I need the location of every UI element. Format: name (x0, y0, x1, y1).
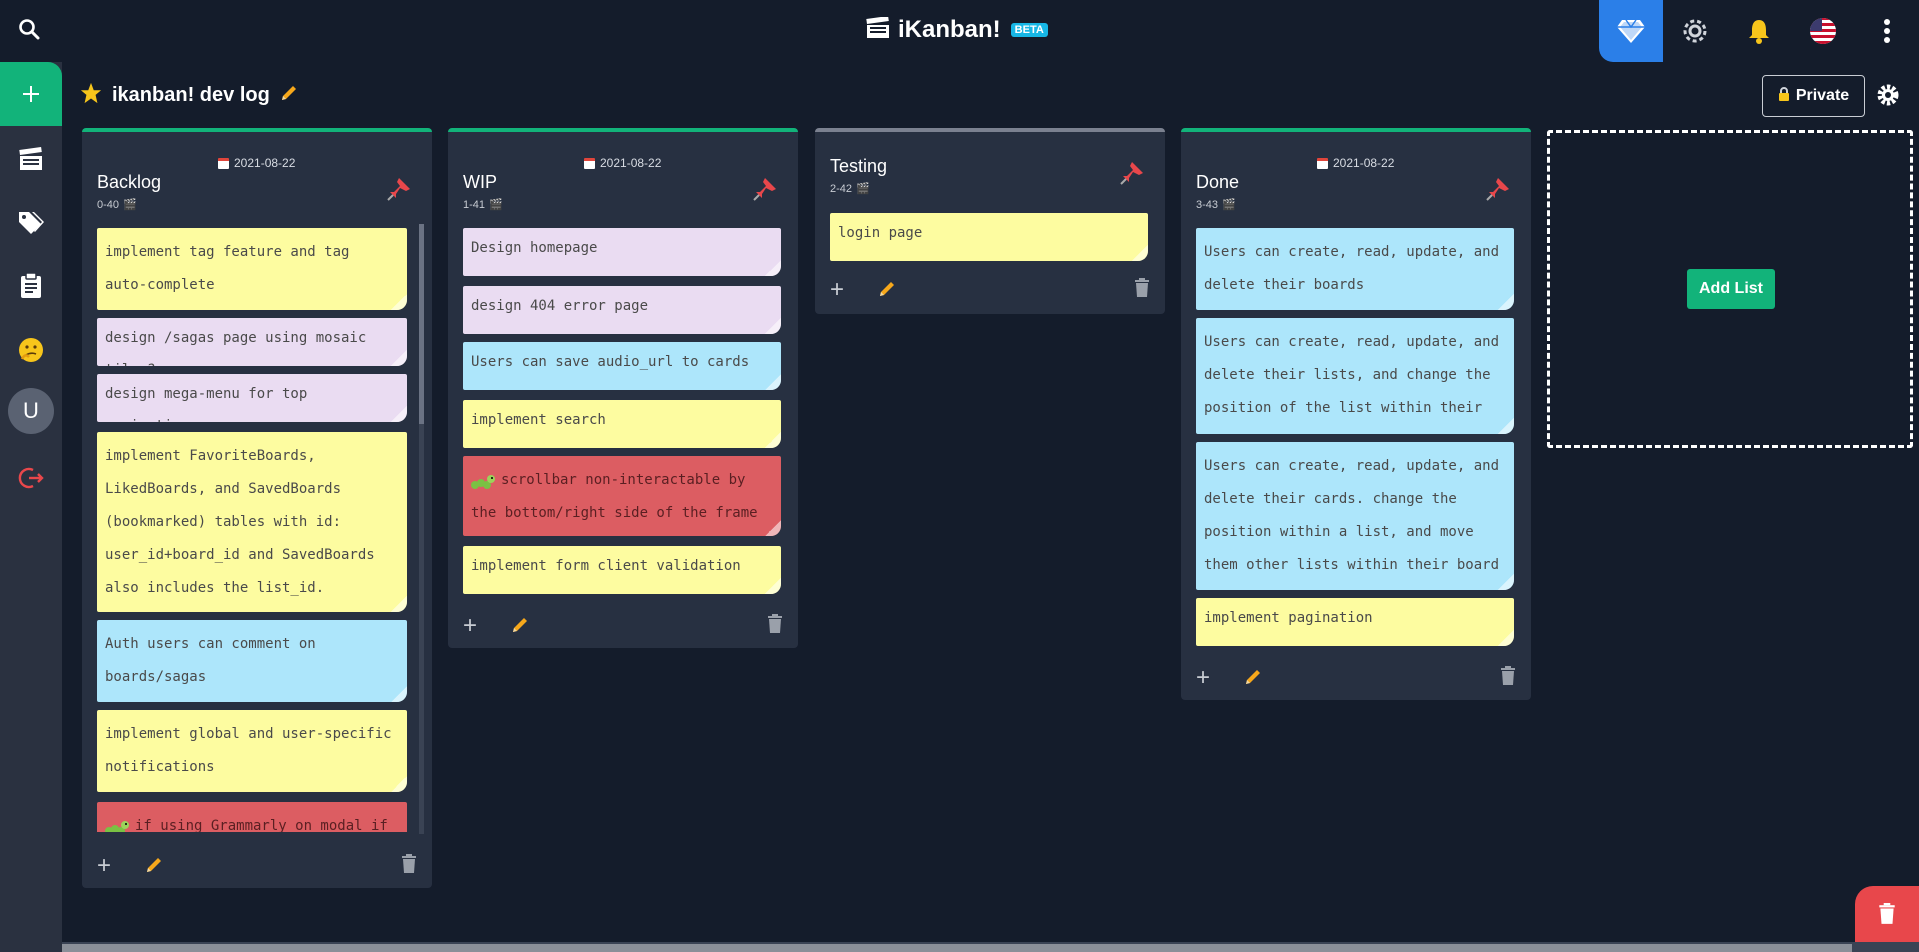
pencil-icon[interactable] (878, 280, 896, 303)
card[interactable]: Users can save audio_url to cards (463, 342, 781, 390)
add-card-icon[interactable]: + (463, 612, 477, 640)
card[interactable]: login page (830, 213, 1148, 261)
card[interactable]: design /sagas page using mosaic tiles? (97, 318, 407, 366)
card[interactable]: implement tag feature and tag auto-compl… (97, 228, 407, 310)
add-list-button[interactable]: Add List (1687, 269, 1775, 309)
add-card-icon[interactable]: + (1196, 664, 1210, 692)
add-card-icon[interactable]: + (97, 852, 111, 880)
list-wip: 2021-08-22 WIP 1-41 🎬 Design homepage des… (448, 128, 798, 648)
user-avatar[interactable]: U (0, 383, 62, 439)
clapperboard-icon (866, 15, 890, 44)
gear-icon[interactable] (1876, 83, 1900, 112)
card[interactable]: implement form client validation (463, 546, 781, 594)
star-icon[interactable] (80, 82, 102, 109)
card[interactable]: Auth users can comment on boards/sagas (97, 620, 407, 702)
list-meta: 2-42 🎬 (830, 182, 870, 196)
brightness-icon[interactable] (1663, 0, 1727, 62)
card[interactable]: Users can create, read, update, and dele… (1196, 318, 1514, 434)
bug-icon (471, 471, 495, 489)
list-title[interactable]: Backlog (97, 172, 161, 193)
card[interactable]: implement search (463, 400, 781, 448)
bell-icon[interactable] (1727, 0, 1791, 62)
card[interactable]: if using Grammarly on modal if (97, 802, 407, 832)
clapperboard-icon: 🎬 (1222, 199, 1236, 211)
list-footer: + (97, 852, 417, 882)
trash-icon[interactable] (1855, 886, 1919, 942)
pushpin-icon[interactable] (386, 176, 412, 202)
plus-icon[interactable] (0, 62, 62, 126)
list-scrollbar-thumb[interactable] (419, 224, 424, 424)
list-testing: Testing 2-42 🎬 login page + (815, 128, 1165, 314)
list-meta: 3-43 🎬 (1196, 198, 1236, 212)
board-header: ikanban! dev log (80, 82, 298, 109)
trash-icon[interactable] (1500, 666, 1516, 691)
list-footer: + (830, 276, 1150, 306)
clapperboard-icon: 🎬 (489, 199, 503, 211)
avatar: U (8, 388, 54, 434)
list-footer: + (463, 612, 783, 642)
clapperboard-icon: 🎬 (123, 199, 137, 211)
list-meta: 1-41 🎬 (463, 198, 503, 212)
trash-icon[interactable] (401, 854, 417, 879)
us-flag-icon[interactable] (1791, 0, 1855, 62)
lock-icon (1778, 86, 1790, 106)
board-title: ikanban! dev log (112, 84, 270, 106)
visibility-label: Private (1795, 87, 1850, 104)
app-brand[interactable]: iKanban! BETA (866, 15, 1048, 44)
pencil-icon[interactable] (145, 856, 163, 879)
trash-icon[interactable] (1134, 278, 1150, 303)
list-footer: + (1196, 664, 1516, 694)
board-scrollbar-thumb[interactable] (62, 944, 1852, 952)
list-title[interactable]: Done (1196, 172, 1239, 193)
card[interactable]: Users can create, read, update, and dele… (1196, 442, 1514, 590)
bug-icon (105, 817, 129, 832)
trash-icon[interactable] (767, 614, 783, 639)
pencil-icon[interactable] (280, 84, 298, 107)
top-bar: iKanban! BETA (0, 0, 1919, 62)
list-title[interactable]: Testing (830, 156, 887, 177)
search-icon[interactable] (16, 16, 42, 42)
calendar-icon (1317, 157, 1328, 169)
list-title[interactable]: WIP (463, 172, 497, 193)
tags-icon[interactable] (0, 202, 62, 242)
card[interactable]: implement pagination (1196, 598, 1514, 646)
card[interactable]: scrollbar non-interactable by the bottom… (463, 456, 781, 536)
beta-badge: BETA (1010, 23, 1048, 37)
card-list: implement tag feature and tag auto-compl… (97, 228, 407, 832)
list-done: 2021-08-22 Done 3-43 🎬 Users can create, … (1181, 128, 1531, 700)
add-card-icon[interactable]: + (830, 276, 844, 304)
pencil-icon[interactable] (511, 616, 529, 639)
clapperboard-icon[interactable] (0, 139, 62, 179)
calendar-icon (218, 157, 229, 169)
card[interactable]: implement FavoriteBoards, LikedBoards, a… (97, 432, 407, 612)
kebab-menu-icon[interactable] (1855, 0, 1919, 62)
list-meta: 0-40 🎬 (97, 198, 137, 212)
thinking-face-icon[interactable] (0, 330, 62, 370)
logout-icon[interactable] (0, 458, 62, 498)
pushpin-icon[interactable] (1119, 160, 1145, 186)
list-date: 2021-08-22 (218, 156, 295, 170)
card-list: Users can create, read, update, and dele… (1196, 228, 1514, 648)
clipboard-icon[interactable] (0, 266, 62, 306)
card[interactable]: Design homepage (463, 228, 781, 276)
pushpin-icon[interactable] (1485, 176, 1511, 202)
list-backlog: 2021-08-22 Backlog 0-40 🎬 implement tag f… (82, 128, 432, 888)
card[interactable]: design 404 error page (463, 286, 781, 334)
top-right-actions (1599, 0, 1919, 62)
clapperboard-icon: 🎬 (856, 183, 870, 195)
list-date: 2021-08-22 (584, 156, 661, 170)
card-list: login page (830, 213, 1148, 263)
list-date: 2021-08-22 (1317, 156, 1394, 170)
app-title: iKanban! (898, 16, 1001, 43)
visibility-button[interactable]: Private (1762, 75, 1865, 117)
card[interactable]: design mega-menu for top navigation (97, 374, 407, 422)
calendar-icon (584, 157, 595, 169)
pencil-icon[interactable] (1244, 668, 1262, 691)
card-list: Design homepage design 404 error page Us… (463, 228, 781, 598)
card[interactable]: Users can create, read, update, and dele… (1196, 228, 1514, 310)
sidebar: U (0, 62, 62, 952)
pushpin-icon[interactable] (752, 176, 778, 202)
diamond-icon[interactable] (1599, 0, 1663, 62)
card[interactable]: implement global and user-specific notif… (97, 710, 407, 792)
